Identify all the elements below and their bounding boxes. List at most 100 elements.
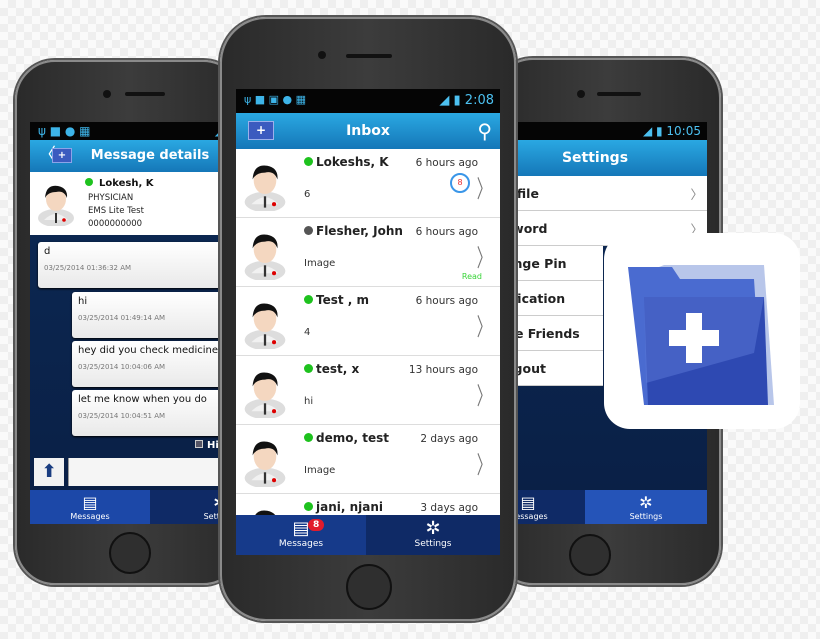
message-icon: ▤ — [82, 493, 98, 512]
settings-item[interactable]: Change Pin — [513, 246, 603, 281]
chevron-right-icon: 〉 — [476, 382, 492, 410]
contact-name: Flesher, John — [316, 224, 403, 238]
message-icon: ▤ — [292, 518, 310, 539]
contact-phone: 0000000000 — [88, 219, 143, 229]
chevron-right-icon: 〉 — [476, 244, 492, 272]
settings-item-label: Change Pin — [513, 256, 567, 271]
settings-item-label: Logout — [513, 361, 546, 376]
inbox-row[interactable]: jani, njani3 days ago〉 — [236, 494, 500, 515]
avatar — [244, 165, 286, 213]
inbox-row[interactable]: test, x 13 hours ago hi 〉 — [236, 356, 500, 425]
message-bubble: hey did you check medicine 03/25/2014 10:… — [72, 341, 230, 387]
front-camera — [318, 51, 326, 59]
message-icon: ▤ — [520, 493, 536, 512]
home-button[interactable] — [109, 532, 151, 574]
left-phone: ψ ■ ● ▦◢ 〈 + Message details Lokesh, K P… — [15, 60, 243, 585]
inbox-row[interactable]: Flesher, John 6 hours ago Image 〉 Read — [236, 218, 500, 287]
status-dot — [304, 295, 313, 304]
nav-messages[interactable]: ▤ Messages 8 — [236, 515, 366, 555]
contact-role: PHYSICIAN — [88, 193, 134, 203]
speaker — [125, 92, 165, 96]
page-title: Settings — [561, 150, 629, 166]
status-bar: ψ ■ ▣ ● ▦ ◢ ▮ 2:08 — [236, 89, 500, 113]
avatar — [255, 510, 276, 515]
settings-item-label: Profile — [513, 186, 539, 201]
contact-name: Test , m — [316, 293, 370, 307]
status-dot — [304, 364, 313, 373]
contact-name: test, x — [316, 362, 360, 376]
left-screen: ψ ■ ● ▦◢ 〈 + Message details Lokesh, K P… — [30, 122, 230, 524]
upload-button[interactable]: ⬆ — [34, 458, 64, 486]
header-bar: Settings — [513, 140, 707, 176]
page-title: Message details — [90, 148, 210, 163]
message-preview: 6 — [304, 189, 311, 200]
settings-item-label: Invite Friends — [513, 326, 580, 341]
timestamp: 6 hours ago — [415, 295, 478, 307]
avatar — [244, 441, 286, 489]
search-icon[interactable]: ⚲ — [477, 113, 492, 149]
contact-name: Lokesh, K — [99, 178, 154, 189]
nav-settings[interactable]: ✲Settings — [366, 515, 500, 555]
status-dot — [304, 157, 313, 166]
status-dot — [304, 502, 313, 511]
chevron-right-icon: 〉 — [690, 187, 703, 202]
hide-checkbox[interactable]: Hi — [195, 440, 219, 451]
settings-item[interactable]: Notification — [513, 281, 603, 316]
read-status: Read — [461, 272, 482, 281]
message-input[interactable] — [68, 458, 230, 486]
nav-messages[interactable]: ▤Messages — [30, 490, 150, 524]
timestamp: 6 hours ago — [415, 226, 478, 238]
page-title: Inbox — [346, 123, 390, 139]
bottom-nav: ▤Messages ✲Settings — [513, 490, 707, 524]
chevron-right-icon: 〉 — [476, 175, 492, 203]
chevron-right-icon: 〉 — [476, 451, 492, 479]
settings-item-label: Password — [513, 221, 548, 236]
header-bar: 〈 + Message details — [30, 140, 230, 172]
inbox-row[interactable]: Test , m 6 hours ago 4 〉 — [236, 287, 500, 356]
app-icon — [604, 233, 800, 429]
contact-card: Lokesh, K PHYSICIAN EMS Lite Test 000000… — [30, 172, 230, 235]
gear-icon: ✲ — [639, 493, 653, 512]
folder-plus-icon: + — [52, 148, 72, 163]
front-camera — [577, 90, 585, 98]
avatar — [244, 372, 286, 420]
nav-messages[interactable]: ▤Messages — [513, 490, 563, 524]
center-phone: ψ ■ ▣ ● ▦ ◢ ▮ 2:08 + Inbox ⚲ Lokeshs, K 6 … — [220, 17, 516, 621]
message-bubble: let me know when you do 03/25/2014 10:04:… — [72, 390, 230, 436]
front-camera — [103, 90, 111, 98]
contact-org: EMS Lite Test — [88, 206, 144, 216]
avatar — [38, 185, 74, 226]
unread-badge: 8 — [308, 519, 325, 531]
timestamp: 13 hours ago — [408, 364, 478, 376]
speaker — [597, 92, 641, 96]
nav-settings[interactable]: ✲Settings — [585, 490, 707, 524]
timestamp: 2 days ago — [420, 433, 478, 445]
status-dot — [304, 433, 313, 442]
bottom-nav: ▤Messages ✲Settings — [30, 490, 230, 524]
center-screen: ψ ■ ▣ ● ▦ ◢ ▮ 2:08 + Inbox ⚲ Lokeshs, K 6 … — [236, 89, 500, 555]
folder-plus-icon[interactable]: + — [248, 121, 274, 140]
inbox-row[interactable]: demo, test 2 days ago Image 〉 — [236, 425, 500, 494]
folder-plus-icon — [628, 265, 774, 405]
home-button[interactable] — [346, 564, 392, 610]
avatar — [244, 303, 286, 351]
inbox-list: Lokeshs, K 6 hours ago 6 〉 8 Flesher, John 6 h… — [236, 149, 500, 515]
gear-icon: ✲ — [425, 518, 441, 539]
online-dot — [85, 178, 93, 186]
unread-count-badge: 8 — [450, 173, 470, 193]
message-preview: 4 — [304, 327, 311, 338]
settings-item[interactable]: Invite Friends — [513, 316, 603, 351]
contact-name: Lokeshs, K — [316, 155, 389, 169]
settings-item-label: Notification — [513, 291, 566, 306]
inbox-row[interactable]: Lokeshs, K 6 hours ago 6 〉 8 — [236, 149, 500, 218]
settings-item[interactable]: Logout — [513, 351, 603, 386]
status-bar: ◢ ▮ 10:05 — [513, 122, 707, 140]
settings-item[interactable]: Profile 〉 — [513, 176, 707, 211]
message-preview: hi — [304, 396, 314, 407]
status-dot — [304, 226, 313, 235]
timestamp: 6 hours ago — [415, 157, 478, 169]
message-bubble: hi 03/25/2014 01:49:14 AM — [72, 292, 230, 338]
timestamp: 3 days ago — [420, 502, 478, 514]
home-button[interactable] — [569, 534, 611, 576]
status-bar: ψ ■ ● ▦◢ — [30, 122, 230, 140]
